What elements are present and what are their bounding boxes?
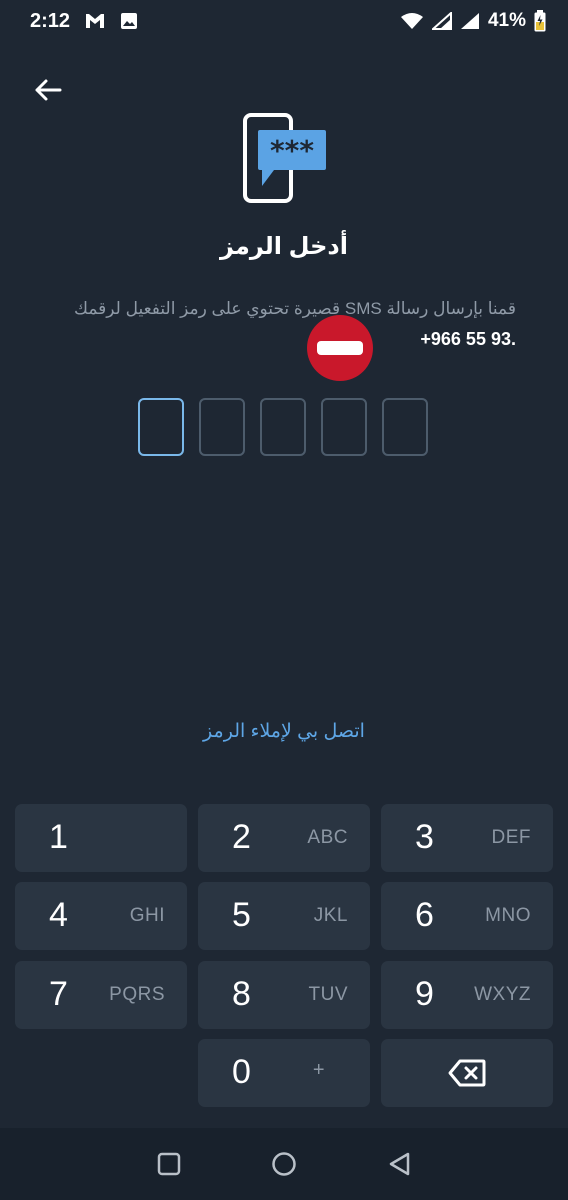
status-bar: 2:12 41% bbox=[0, 0, 568, 42]
battery-icon bbox=[534, 10, 546, 32]
key-7[interactable]: 7 PQRS bbox=[15, 961, 187, 1029]
svg-text:***: *** bbox=[270, 134, 314, 167]
status-time: 2:12 bbox=[30, 9, 71, 32]
backspace-key[interactable] bbox=[381, 1039, 553, 1107]
key-digit: 1 bbox=[49, 818, 68, 856]
back-triangle-icon[interactable] bbox=[386, 1150, 414, 1178]
key-digit: 9 bbox=[415, 975, 434, 1013]
code-digit-box[interactable] bbox=[260, 398, 306, 456]
gmail-icon bbox=[84, 12, 106, 30]
recents-square-icon[interactable] bbox=[155, 1150, 183, 1178]
key-1[interactable]: 1 bbox=[15, 804, 187, 872]
key-letters: ABC bbox=[307, 827, 348, 848]
no-entry-icon bbox=[307, 315, 373, 381]
key-digit: 6 bbox=[415, 896, 434, 934]
arrow-left-icon bbox=[35, 79, 62, 101]
key-letters: TUV bbox=[308, 984, 348, 1005]
key-4[interactable]: 4 GHI bbox=[15, 882, 187, 950]
code-digit-box[interactable] bbox=[382, 398, 428, 456]
key-letters: MNO bbox=[485, 905, 531, 926]
phone-number: +966 55 93 bbox=[420, 329, 511, 349]
key-digit: 0 bbox=[232, 1053, 251, 1091]
key-letters: GHI bbox=[129, 905, 165, 926]
signal-icon bbox=[460, 12, 480, 30]
key-6[interactable]: 6 MNO bbox=[381, 882, 553, 950]
instruction-message: قمنا بإرسال رسالة SMS قصيرة تحتوي على رم… bbox=[74, 299, 516, 318]
screen: 2:12 41% *** أدخل الرمز قمنا بإرسال رسال… bbox=[0, 0, 568, 1200]
status-right: 41% bbox=[400, 10, 546, 32]
code-digit-box[interactable] bbox=[321, 398, 367, 456]
page-title: أدخل الرمز bbox=[220, 233, 348, 260]
key-2[interactable]: 2 ABC bbox=[198, 804, 370, 872]
key-digit: 2 bbox=[232, 818, 251, 856]
key-digit: 7 bbox=[49, 975, 68, 1013]
backspace-icon bbox=[448, 1059, 486, 1087]
key-9[interactable]: 9 WXYZ bbox=[381, 961, 553, 1029]
key-digit: 3 bbox=[415, 818, 434, 856]
phone-suffix: . bbox=[510, 329, 516, 349]
key-letters: PQRS bbox=[109, 984, 165, 1005]
battery-percent: 41% bbox=[487, 10, 526, 31]
call-me-link[interactable]: اتصل بي لإملاء الرمز bbox=[0, 720, 568, 743]
key-5[interactable]: 5 JKL bbox=[198, 882, 370, 950]
wifi-icon bbox=[400, 12, 424, 30]
key-digit: 8 bbox=[232, 975, 251, 1013]
home-circle-icon[interactable] bbox=[270, 1150, 298, 1178]
key-letters: WXYZ bbox=[474, 984, 531, 1005]
image-icon bbox=[120, 12, 138, 30]
key-digit: 5 bbox=[232, 896, 251, 934]
status-left: 2:12 bbox=[30, 10, 138, 33]
key-digit: 4 bbox=[49, 896, 68, 934]
signal-icon bbox=[431, 12, 452, 30]
code-input[interactable] bbox=[138, 398, 438, 460]
key-letters: + bbox=[312, 1059, 325, 1081]
system-nav-bar bbox=[0, 1128, 568, 1200]
code-digit-box[interactable] bbox=[138, 398, 184, 456]
numeric-keypad: 1 2 ABC 3 DEF 4 GHI 5 JKL 6 MNO 7 PQRS 8 bbox=[0, 793, 568, 1123]
key-0[interactable]: 0 + bbox=[198, 1039, 370, 1107]
key-3[interactable]: 3 DEF bbox=[381, 804, 553, 872]
back-button[interactable] bbox=[28, 72, 68, 108]
sms-phone-icon: *** bbox=[243, 113, 326, 203]
code-digit-box[interactable] bbox=[199, 398, 245, 456]
key-letters: DEF bbox=[491, 827, 531, 848]
key-8[interactable]: 8 TUV bbox=[198, 961, 370, 1029]
key-letters: JKL bbox=[313, 905, 348, 926]
instruction-text: قمنا بإرسال رسالة SMS قصيرة تحتوي على رم… bbox=[50, 294, 516, 355]
